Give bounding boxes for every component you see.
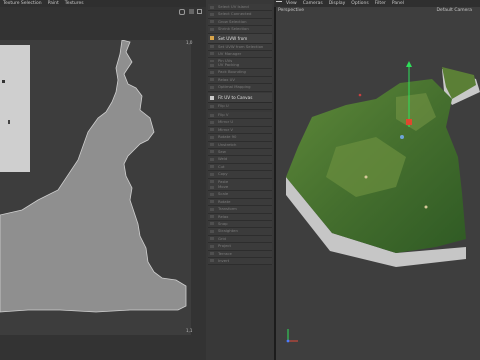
axis-gizmo-icon — [286, 329, 298, 343]
cmd-grid[interactable]: Grid — [208, 235, 272, 244]
cmd-flip-v[interactable]: Flip V — [208, 112, 272, 120]
cmd-set-uvw-from-projection[interactable]: Set UVW from Projection... — [208, 33, 272, 50]
cmd-transform[interactable]: Transform — [208, 206, 272, 214]
cmd-icon — [210, 5, 214, 9]
cmd-icon — [210, 120, 214, 124]
cmd-mirror-v[interactable]: Mirror V — [208, 126, 272, 135]
cmd-uv-packing[interactable]: UV Packing — [208, 62, 272, 70]
cmd-icon — [210, 244, 214, 248]
cmd-icon — [210, 135, 214, 139]
cmd-icon — [210, 222, 214, 226]
menu-cameras[interactable]: Cameras — [303, 1, 323, 6]
texture-menubar: Texture Selection Paint Textures — [0, 0, 206, 7]
cmd-relax-uv[interactable]: Relax UV — [208, 76, 272, 85]
pan-icon[interactable] — [189, 9, 194, 14]
cmd-icon — [210, 52, 214, 56]
cmd-icon — [210, 207, 214, 211]
cmd-invert[interactable]: Invert — [208, 257, 272, 266]
cmd-pack-bounding[interactable]: Pack Bounding — [208, 69, 272, 77]
cmd-icon — [210, 143, 214, 147]
cmd-rotate[interactable]: Rotate — [208, 198, 272, 207]
cmd-project[interactable]: Project — [208, 243, 272, 251]
viewport-menubar: View Cameras Display Options Filter Pane… — [274, 0, 480, 8]
cmd-move[interactable]: Move — [208, 184, 272, 192]
command-group-3: Flip V Mirror U Mirror V Rotate 90 Unstr… — [208, 112, 272, 194]
cmd-icon — [210, 104, 214, 108]
cmd-copy[interactable]: Copy — [208, 171, 272, 179]
cmd-weld[interactable]: Weld — [208, 156, 272, 164]
command-group-4: Move Scale Rotate Transform Relax Snap S… — [208, 184, 272, 266]
command-group-fit: Fit UV to Canvas Flip U — [208, 93, 272, 111]
cmd-icon — [210, 150, 214, 154]
3d-viewport[interactable]: Perspective Default Camera — [276, 7, 480, 360]
terrain-mesh — [286, 67, 480, 267]
terrain-render[interactable] — [276, 7, 480, 360]
cmd-flip-u[interactable]: Flip U — [208, 103, 272, 111]
cmd-icon — [210, 172, 214, 176]
cmd-icon — [210, 113, 214, 117]
cmd-icon — [210, 157, 214, 161]
menu-filter[interactable]: Filter — [375, 1, 386, 6]
cmd-shrink-selection[interactable]: Shrink Selection — [208, 26, 272, 34]
cmd-snap[interactable]: Snap — [208, 220, 272, 229]
corner-bottom-right: 1,1 — [186, 328, 193, 333]
cmd-icon — [210, 215, 214, 219]
maximize-icon[interactable] — [197, 9, 202, 14]
cmd-icon — [210, 229, 214, 233]
command-group-2: UV Packing Pack Bounding Relax UV Optima… — [208, 62, 272, 92]
command-group-1: Select UV Island Select Connected Grow S… — [208, 4, 272, 66]
cmd-icon — [210, 180, 214, 184]
menu-textures[interactable]: Textures — [65, 1, 84, 6]
texture-uv-view[interactable]: 1,0 1,1 — [0, 7, 206, 360]
corner-top-right: 1,0 — [186, 40, 193, 45]
cmd-icon — [210, 165, 214, 169]
cmd-rotate-90[interactable]: Rotate 90 — [208, 134, 272, 142]
cmd-icon — [210, 63, 214, 67]
menu-paint[interactable]: Paint — [48, 1, 59, 6]
cmd-icon — [210, 20, 214, 24]
cmd-icon — [210, 252, 214, 256]
cmd-select-uv-island[interactable]: Select UV Island — [208, 4, 272, 12]
cmd-icon — [210, 78, 214, 82]
cmd-set-uvw-from-selection[interactable]: Set UVW from Selection — [208, 43, 272, 51]
cmd-unstretch[interactable]: Unstretch — [208, 141, 272, 149]
menu-display[interactable]: Display — [329, 1, 346, 6]
cmd-icon — [210, 192, 214, 196]
cmd-icon — [210, 237, 214, 241]
menu-options[interactable]: Options — [351, 1, 368, 6]
view-settings-icon[interactable] — [179, 9, 185, 15]
cmd-icon — [210, 27, 214, 31]
cmd-icon — [210, 12, 214, 16]
uv-command-panel: Select UV Island Select Connected Grow S… — [206, 0, 480, 360]
menu-texture-selection[interactable]: Texture Selection — [3, 1, 42, 6]
cmd-icon — [210, 185, 214, 189]
cmd-icon — [210, 200, 214, 204]
cmd-icon — [210, 70, 214, 74]
cmd-straighten[interactable]: Straighten — [208, 228, 272, 236]
menu-panel[interactable]: Panel — [392, 1, 404, 6]
cmd-icon — [210, 259, 214, 263]
cmd-relax[interactable]: Relax — [208, 213, 272, 221]
cmd-sew[interactable]: Sew — [208, 148, 272, 157]
uv-island-map[interactable] — [0, 40, 191, 335]
cmd-fit-uv-to-canvas[interactable]: Fit UV to Canvas — [208, 93, 272, 103]
cmd-uv-manager[interactable]: UV Manager — [208, 50, 272, 59]
cmd-optimal-mapping[interactable]: Optimal Mapping — [208, 84, 272, 92]
cmd-icon — [210, 128, 214, 132]
cmd-select-connected[interactable]: Select Connected — [208, 11, 272, 19]
texture-thumbnail — [0, 45, 30, 172]
cmd-mirror-u[interactable]: Mirror U — [208, 119, 272, 127]
menu-view[interactable]: View — [286, 1, 297, 6]
projection-icon — [210, 36, 214, 41]
uv-canvas[interactable]: 1,0 1,1 — [0, 40, 193, 335]
cmd-scale[interactable]: Scale — [208, 191, 272, 199]
fit-canvas-icon — [210, 95, 214, 100]
cmd-icon — [210, 45, 214, 49]
cmd-grow-selection[interactable]: Grow Selection — [208, 18, 272, 27]
cmd-cut[interactable]: Cut — [208, 163, 272, 172]
cmd-terrace[interactable]: Terrace — [208, 250, 272, 258]
cmd-icon — [210, 85, 214, 89]
